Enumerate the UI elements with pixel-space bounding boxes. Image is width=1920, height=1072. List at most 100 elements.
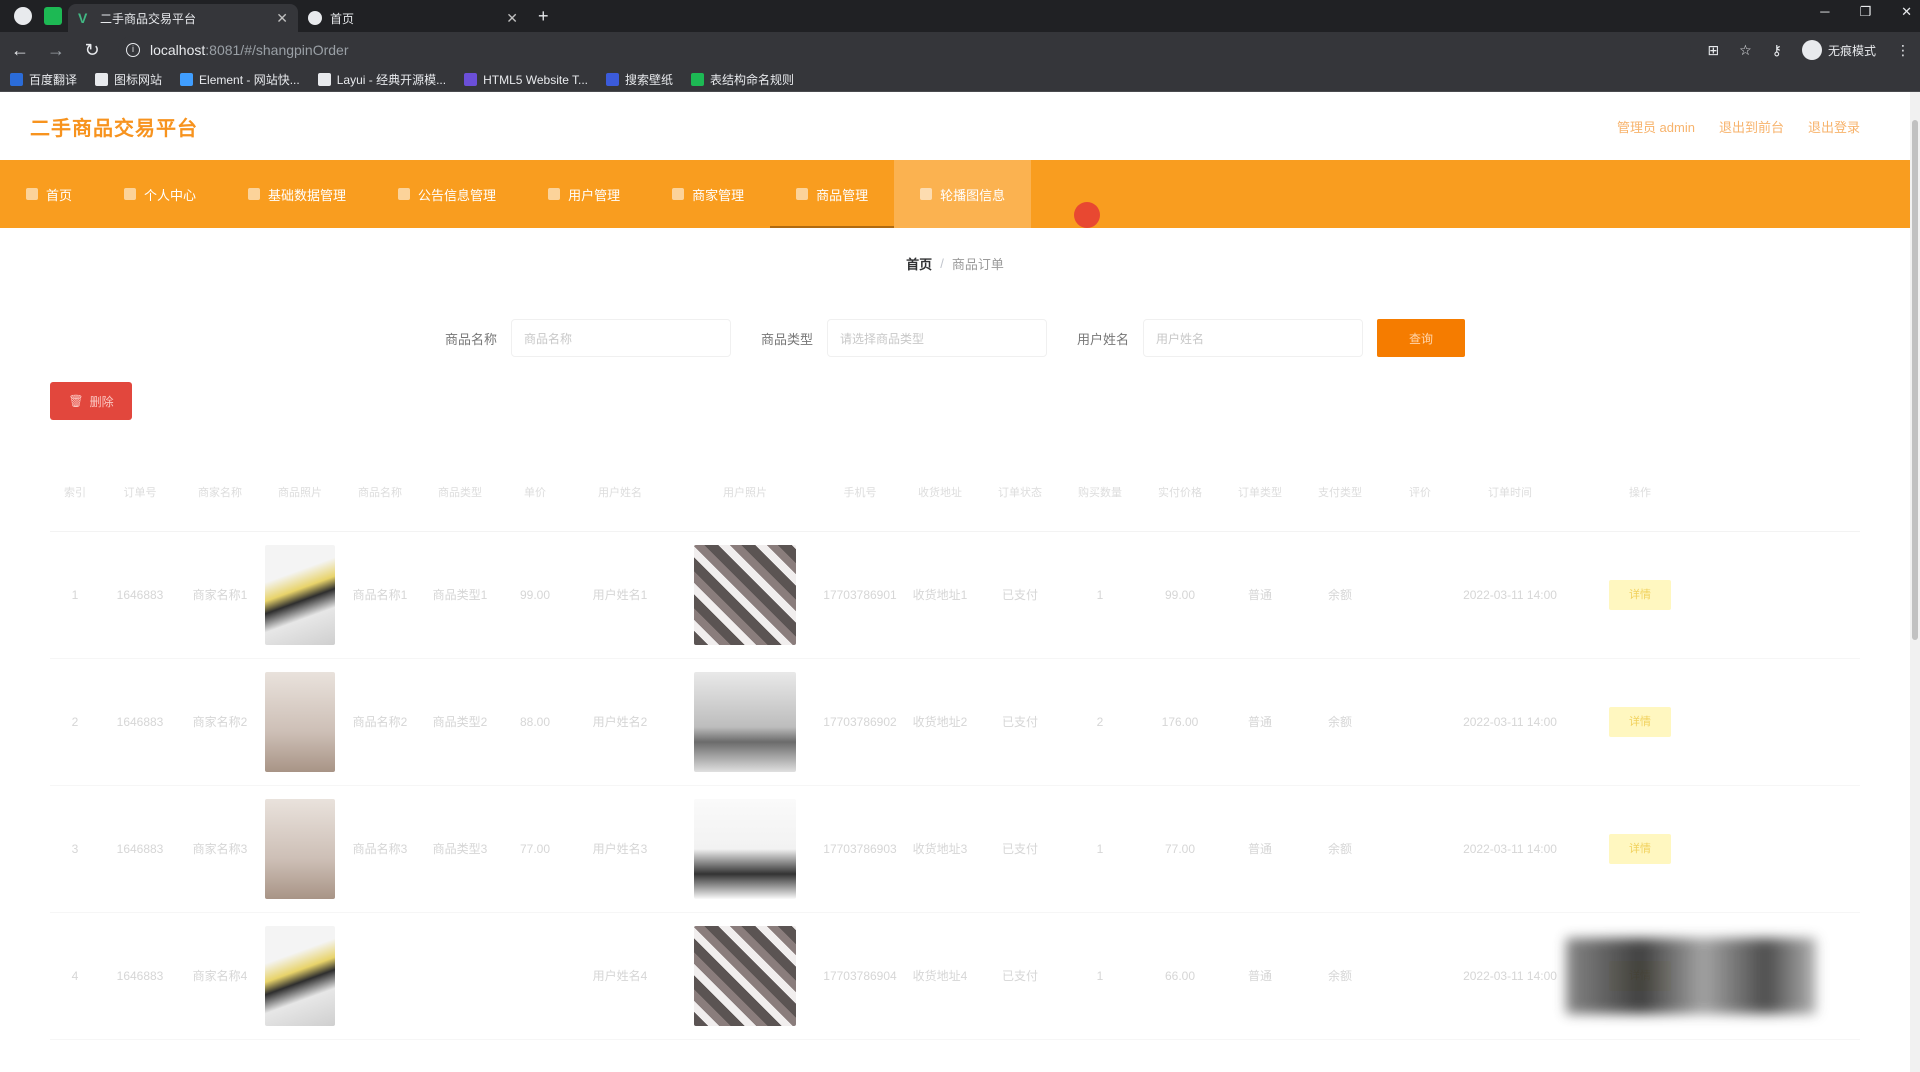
nav-item[interactable]: 公告信息管理	[372, 160, 522, 228]
app-shortcut-icon[interactable]	[44, 7, 62, 25]
address-bar[interactable]: i localhost :8081/#/shangpinOrder	[118, 36, 1692, 64]
minimize-icon[interactable]: ─	[1820, 4, 1829, 20]
user-name-label: 用户姓名	[1077, 331, 1130, 347]
user-photo[interactable]	[694, 545, 796, 645]
user-photo-cell	[670, 545, 820, 645]
back-icon[interactable]: ←	[10, 40, 30, 61]
cell-gtype: 商品类型1	[432, 588, 488, 602]
translate-icon[interactable]: ⊞	[1707, 42, 1719, 59]
goods-photo[interactable]	[265, 672, 335, 772]
nav-item[interactable]: 轮播图信息	[894, 160, 1032, 228]
detail-button[interactable]: 详情	[1609, 580, 1671, 610]
cell-time: 2022-03-11 14:00	[1463, 588, 1557, 602]
goods-type-select[interactable]: 请选择商品类型	[827, 319, 1047, 357]
app-root: 二手商品交易平台 管理员 admin 退出到前台 退出登录 首页 个人中心 基础数据…	[0, 92, 1910, 1072]
cell-gtype: 商品类型3	[432, 842, 488, 856]
search-button[interactable]: 查询	[1377, 319, 1466, 357]
cell-price: 99.00	[519, 588, 551, 602]
column-header: 订单类型	[1238, 486, 1282, 499]
restore-icon[interactable]: ❐	[1859, 4, 1871, 20]
bookmark-icon	[606, 73, 620, 86]
user-name-input[interactable]: 用户姓名	[1143, 319, 1364, 357]
nav-item[interactable]: 商家管理	[646, 160, 770, 228]
reload-icon[interactable]: ↻	[82, 40, 102, 61]
goods-photo[interactable]	[265, 926, 335, 1026]
cell-index: 4	[71, 969, 79, 983]
bookmark-icon	[10, 73, 23, 86]
bookmark-item[interactable]: 表结构命名规则	[691, 71, 794, 88]
bookmark-item[interactable]: HTML5 Website T...	[464, 73, 588, 87]
cell-gtype: 商品类型2	[432, 715, 488, 729]
main-nav: 首页 个人中心 基础数据管理 公告信息管理 用户管理 商家管理 商品管理 轮播图信息	[0, 160, 1910, 228]
page-scrollbar[interactable]	[1910, 92, 1920, 1072]
goto-frontend-link[interactable]: 退出到前台	[1719, 117, 1784, 136]
goods-type-label: 商品类型	[760, 331, 813, 347]
close-tab-icon[interactable]: ✕	[506, 10, 518, 27]
cell-index: 2	[71, 715, 79, 729]
nav-label: 商家管理	[692, 187, 745, 203]
detail-button[interactable]: 详情	[1609, 707, 1671, 737]
logout-link[interactable]: 退出登录	[1808, 117, 1860, 136]
user-photo[interactable]	[694, 926, 796, 1026]
forward-icon[interactable]: →	[46, 40, 66, 61]
cell-ptype: 余额	[1327, 969, 1352, 983]
browser-tab[interactable]: 首页 ✕	[298, 4, 528, 32]
nav-icon	[124, 188, 137, 200]
nav-item[interactable]: 商品管理	[770, 160, 895, 228]
cell-status: 已支付	[1001, 842, 1038, 856]
user-photo[interactable]	[694, 672, 796, 772]
nav-item[interactable]: 首页	[0, 160, 98, 228]
close-window-icon[interactable]: ✕	[1901, 4, 1912, 20]
delete-button[interactable]: 🗑 删除	[50, 382, 132, 420]
nav-icon	[920, 188, 933, 200]
admin-label: 管理员 admin	[1616, 119, 1695, 135]
goods-photo[interactable]	[265, 545, 335, 645]
close-tab-icon[interactable]: ✕	[276, 10, 288, 27]
bookmark-icon	[464, 73, 478, 86]
detail-button[interactable]: 详情	[1609, 834, 1671, 864]
delete-button-label: 删除	[89, 394, 114, 409]
user-photo[interactable]	[694, 799, 796, 899]
scrollbar-thumb[interactable]	[1912, 120, 1918, 640]
blurred-overlay	[1566, 938, 1816, 1014]
bookmark-item[interactable]: Element - 网站快...	[180, 71, 300, 88]
nav-item[interactable]: 用户管理	[522, 160, 646, 228]
nav-icon	[26, 188, 38, 200]
bookmark-item[interactable]: 图标网站	[95, 71, 162, 88]
incognito-profile[interactable]: 无痕模式	[1801, 40, 1876, 60]
bookmark-item[interactable]: 搜索壁纸	[606, 71, 673, 88]
key-icon[interactable]: ⚷	[1772, 42, 1782, 59]
bookmark-label: Layui - 经典开源模...	[336, 73, 447, 87]
breadcrumb-home[interactable]: 首页	[906, 254, 932, 273]
cell-addr: 收货地址2	[912, 715, 968, 729]
cell-paid: 99.00	[1164, 588, 1196, 602]
cell-index: 1	[71, 588, 79, 602]
bookmark-label: Element - 网站快...	[199, 73, 300, 87]
column-header: 用户照片	[723, 486, 767, 499]
goods-name-input[interactable]: 商品名称	[510, 319, 731, 357]
column-header: 操作	[1629, 486, 1651, 499]
browser-tab-active[interactable]: V 二手商品交易平台 ✕	[68, 4, 298, 32]
url-path: :8081/#/shangpinOrder	[205, 42, 349, 58]
cell-goods: 商品名称2	[352, 715, 408, 729]
cell-time: 2022-03-11 14:00	[1463, 715, 1557, 729]
column-header: 收货地址	[918, 486, 962, 499]
cell-status: 已支付	[1001, 969, 1038, 983]
tab-title: 首页	[330, 11, 355, 26]
bookmark-label: 表结构命名规则	[710, 73, 795, 87]
bookmark-star-icon[interactable]: ☆	[1739, 42, 1752, 59]
site-info-icon[interactable]: i	[126, 43, 140, 57]
more-menu-icon[interactable]: ⋮	[1896, 42, 1910, 59]
cell-otype: 普通	[1247, 588, 1272, 602]
bookmark-item[interactable]: 百度翻译	[10, 71, 77, 88]
goods-photo[interactable]	[265, 799, 335, 899]
new-tab-icon[interactable]: +	[538, 6, 549, 27]
header-links: 管理员 admin 退出到前台 退出登录	[1617, 117, 1880, 136]
nav-item[interactable]: 个人中心	[98, 160, 222, 228]
nav-label: 基础数据管理	[268, 187, 347, 203]
url-host: localhost	[150, 42, 206, 58]
chrome-menu-icon[interactable]	[14, 7, 32, 25]
bookmark-item[interactable]: Layui - 经典开源模...	[317, 71, 447, 88]
nav-item[interactable]: 基础数据管理	[222, 160, 372, 228]
nav-icon	[796, 188, 809, 200]
